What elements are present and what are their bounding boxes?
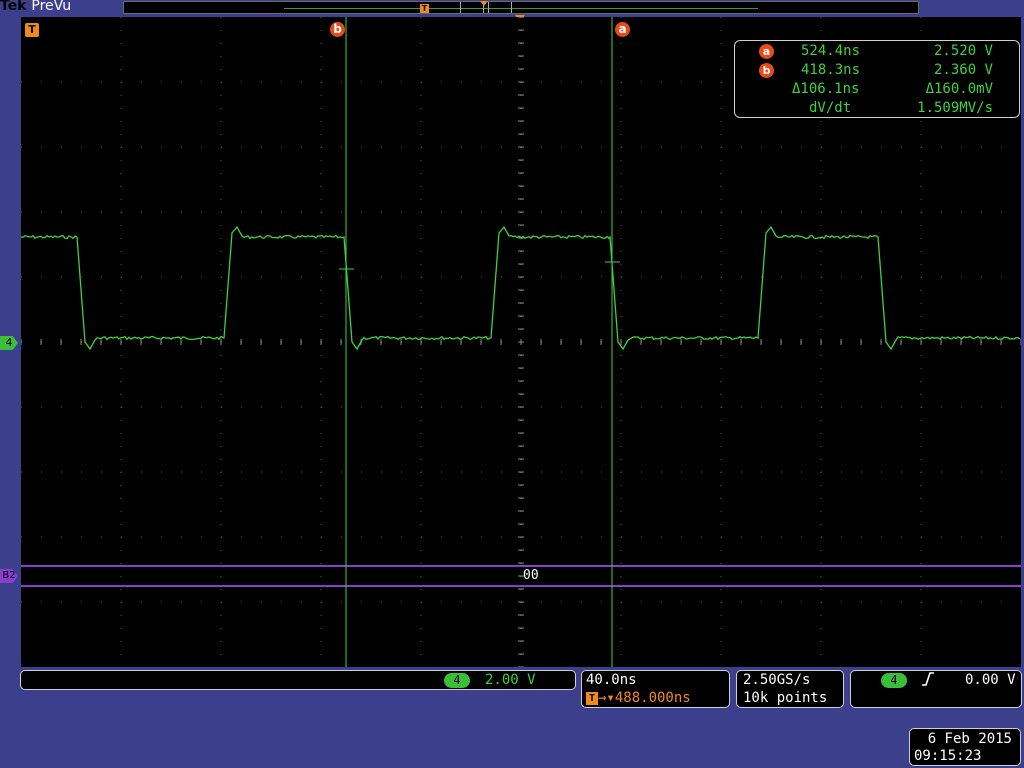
cursor-a-readout-badge: a bbox=[759, 44, 774, 59]
vertical-scale-panel[interactable]: 4 2.00 V bbox=[20, 670, 576, 690]
cursor-slope-row: dV/dt 1.509MV/s bbox=[735, 100, 1019, 118]
delta-voltage: Δ160.0mV bbox=[925, 81, 993, 97]
ch4-ground-marker[interactable]: 4 bbox=[0, 336, 18, 350]
rising-edge-icon bbox=[921, 671, 935, 691]
record-waveform-line bbox=[284, 8, 758, 9]
trigger-panel[interactable]: 4 0.00 V bbox=[850, 670, 1022, 708]
cursor-delta-row: Δ106.1ns Δ160.0mV bbox=[735, 81, 1019, 99]
record-trigger-marker: T bbox=[420, 4, 429, 13]
trigger-level-value: 0.00 V bbox=[965, 672, 1016, 688]
bus-value-label: 00 bbox=[523, 568, 539, 583]
slope-value: 1.509MV/s bbox=[917, 100, 993, 116]
slope-label: dV/dt bbox=[809, 100, 852, 116]
date-value: 6 Feb 2015 bbox=[927, 731, 1012, 747]
trigger-position-icon: T bbox=[586, 691, 598, 705]
time-value: 09:15:23 bbox=[914, 748, 982, 764]
horizontal-position-value: →▾488.000ns bbox=[598, 690, 691, 706]
horizontal-panel[interactable]: 40.0ns T →▾488.000ns bbox=[581, 670, 730, 708]
cursor-b-badge[interactable]: b bbox=[330, 22, 345, 37]
cursor-a-voltage: 2.520 V bbox=[933, 43, 993, 59]
record-position-arrow bbox=[480, 1, 488, 6]
cursor-b-voltage: 2.360 V bbox=[933, 62, 993, 78]
brand-logo: Tek PreVu bbox=[0, 0, 71, 14]
cursor-b-row: b 418.3ns 2.360 V bbox=[735, 62, 1019, 80]
record-length-value: 10k points bbox=[743, 690, 828, 706]
cursor-a-row: a 524.4ns 2.520 V bbox=[735, 43, 1019, 61]
acquisition-mode-label: PreVu bbox=[31, 0, 72, 14]
vertical-channel-badge: 4 bbox=[444, 673, 470, 688]
cursor-a-badge[interactable]: a bbox=[615, 22, 630, 37]
cursor-readout-panel[interactable]: a 524.4ns 2.520 V b 418.3ns 2.360 V Δ106… bbox=[734, 40, 1020, 118]
bus-b2-marker[interactable]: B2 bbox=[0, 569, 18, 583]
acquisition-panel[interactable]: 2.50GS/s 10k points bbox=[736, 670, 844, 708]
record-view-bar[interactable]: T bbox=[123, 1, 919, 14]
cursor-a-time: 524.4ns bbox=[801, 43, 861, 59]
horizontal-position-row: T →▾488.000ns bbox=[586, 690, 691, 706]
delta-time: Δ106.1ns bbox=[792, 81, 860, 97]
top-bar: Tek PreVu T bbox=[0, 0, 1024, 22]
sample-rate-value: 2.50GS/s bbox=[743, 672, 811, 688]
ch4-waveform-trace bbox=[21, 225, 1021, 351]
cursor-b-time: 418.3ns bbox=[801, 62, 861, 78]
brand-name: Tek bbox=[0, 0, 27, 14]
trigger-source-badge: 4 bbox=[881, 673, 907, 688]
vertical-scale-value: 2.00 V bbox=[485, 672, 536, 688]
cursor-b-readout-badge: b bbox=[759, 63, 774, 78]
trigger-time-badge[interactable]: T bbox=[25, 23, 39, 37]
horizontal-scale-value: 40.0ns bbox=[586, 672, 637, 688]
datetime-panel: 6 Feb 2015 09:15:23 bbox=[909, 728, 1021, 766]
